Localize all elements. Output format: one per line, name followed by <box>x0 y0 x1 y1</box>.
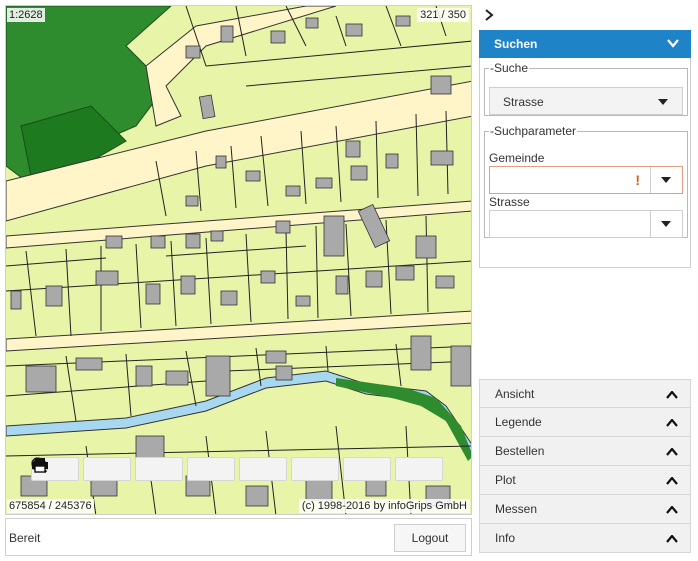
chevron-up-icon <box>666 535 678 543</box>
accordion-plot[interactable]: Plot <box>479 466 691 495</box>
map-copyright: (c) 1998-2016 by infoGrips GmbH <box>298 499 470 513</box>
chevron-up-icon <box>666 391 678 399</box>
redo-button[interactable] <box>32 457 391 481</box>
print-button[interactable] <box>32 457 443 481</box>
zoom-extent-button[interactable] <box>31 457 131 481</box>
accordion-label: Ansicht <box>495 386 535 401</box>
accordion-info[interactable]: Info <box>479 524 691 553</box>
map-coordinates: 675854 / 245376 <box>7 499 94 513</box>
caret-down-icon <box>658 99 668 105</box>
accordion-ansicht[interactable]: Ansicht <box>479 379 691 408</box>
suchen-title: Suchen <box>494 37 538 51</box>
gemeinde-label: Gemeinde <box>489 151 545 165</box>
chevron-up-icon <box>666 448 678 456</box>
suchparameter-fieldset: -Suchparameter Gemeinde ! Strasse <box>484 124 688 238</box>
suche-legend: -Suche <box>490 61 529 75</box>
search-type-value: Strasse <box>503 95 544 109</box>
strasse-combobox[interactable] <box>489 210 683 238</box>
accordion-label: Messen <box>495 502 538 516</box>
chevron-right-icon <box>485 9 494 21</box>
strasse-dropdown-button[interactable] <box>650 211 682 237</box>
suchen-body: -Suche Strasse -Suchparameter Gemeinde !… <box>479 58 691 268</box>
map-canvas[interactable] <box>6 6 472 515</box>
accordion-bestellen[interactable]: Bestellen <box>479 437 691 466</box>
map-toolbar <box>31 457 443 481</box>
suchen-header[interactable]: Suchen <box>479 30 691 58</box>
accordion-label: Legende <box>495 415 542 429</box>
accordion-messen[interactable]: Messen <box>479 495 691 524</box>
status-text: Bereit <box>9 531 41 545</box>
zoom-out-button[interactable] <box>31 457 235 481</box>
accordion-label: Plot <box>495 473 516 487</box>
chevron-up-icon <box>666 506 678 514</box>
caret-down-icon <box>661 177 671 183</box>
gemeinde-combobox[interactable]: ! <box>489 166 683 194</box>
accordion-label: Bestellen <box>495 444 545 458</box>
chevron-up-icon <box>666 419 678 427</box>
chevron-up-icon <box>666 477 678 485</box>
map-scale: 1:2628 <box>7 8 45 22</box>
status-bar: Bereit Logout <box>5 518 472 556</box>
strasse-label: Strasse <box>489 195 530 209</box>
suchparameter-legend: -Suchparameter <box>490 124 577 138</box>
map-page-counter: 321 / 350 <box>417 8 469 22</box>
printer-icon <box>32 458 48 473</box>
map-view[interactable]: 1:2628 321 / 350 675854 / 245376 (c) 199… <box>5 5 472 515</box>
suche-fieldset: -Suche Strasse <box>484 61 688 116</box>
accordion: Ansicht Legende Bestellen Plot Messen In… <box>479 379 691 553</box>
gemeinde-dropdown-button[interactable] <box>650 167 682 193</box>
chevron-down-icon <box>667 39 679 48</box>
side-panel: Suchen -Suche Strasse -Suchparameter Gem… <box>479 30 691 268</box>
logout-button[interactable]: Logout <box>394 524 466 552</box>
collapse-panel-button[interactable] <box>484 9 494 24</box>
zoom-in-button[interactable] <box>31 457 183 481</box>
locate-button[interactable] <box>31 457 287 481</box>
required-error-icon: ! <box>635 172 640 188</box>
accordion-legende[interactable]: Legende <box>479 408 691 437</box>
undo-button[interactable] <box>32 457 339 481</box>
accordion-label: Info <box>495 531 516 545</box>
search-type-select[interactable]: Strasse <box>489 87 683 115</box>
caret-down-icon <box>661 221 671 227</box>
